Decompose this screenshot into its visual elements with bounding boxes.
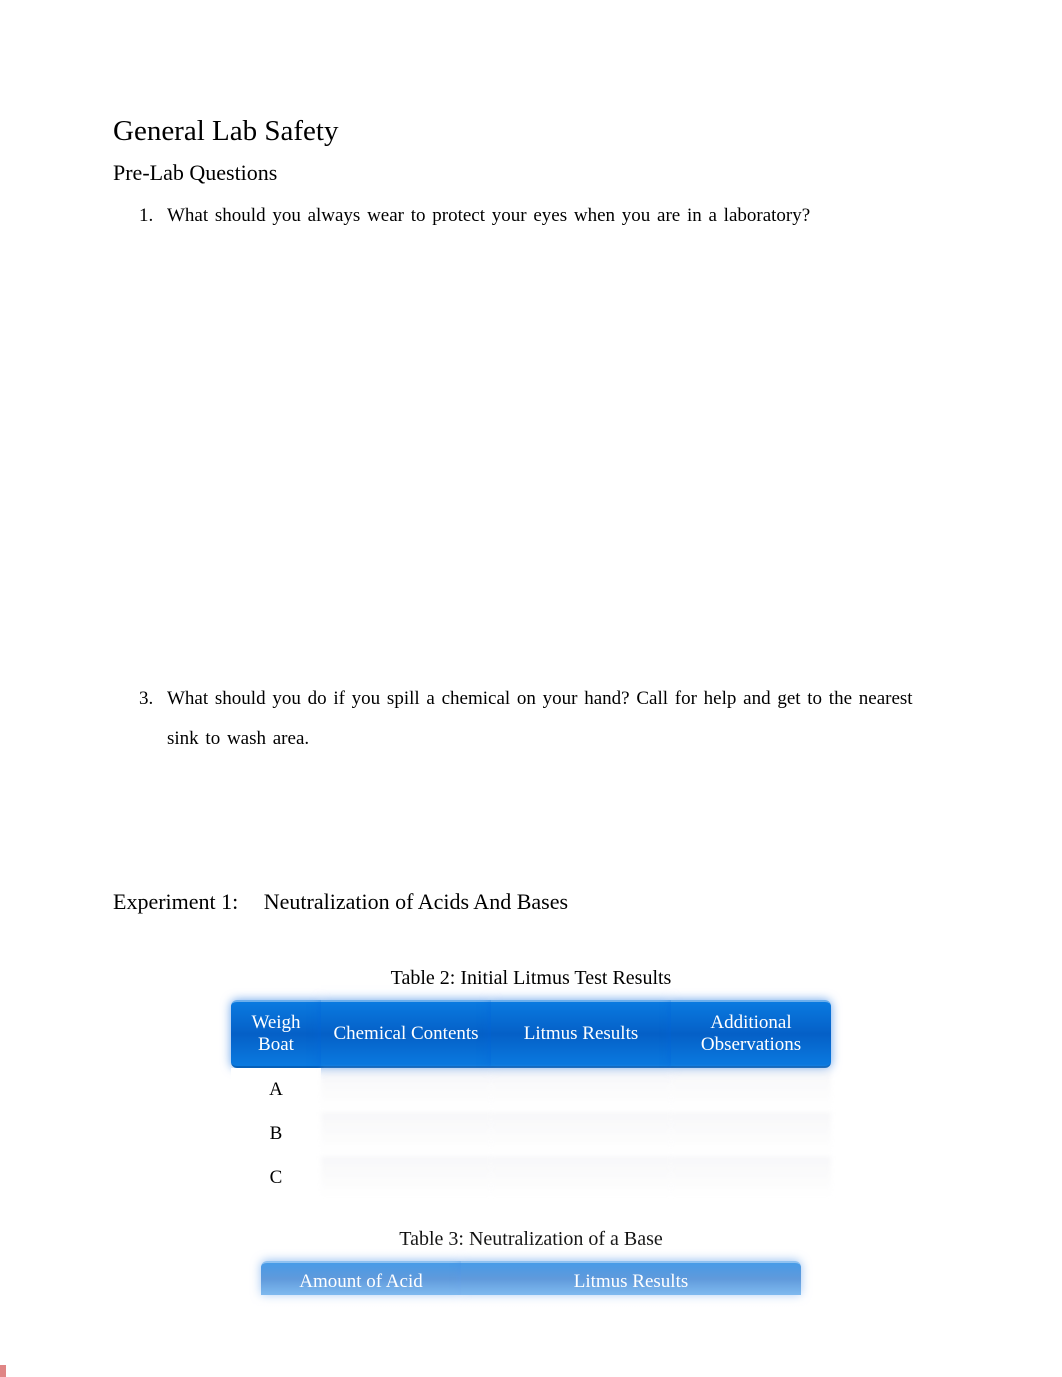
question-text: What should you always wear to protect y… <box>167 196 949 236</box>
cell-chemical <box>321 1068 491 1112</box>
table3-header-litmus: Litmus Results <box>461 1261 801 1295</box>
cell-litmus <box>491 1156 671 1200</box>
table2-wrap: Weigh Boat Chemical Contents Litmus Resu… <box>231 1000 831 1200</box>
table2-header-weighboat: Weigh Boat <box>231 1000 321 1068</box>
table2-title: Table 2: Initial Litmus Test Results <box>113 967 949 990</box>
cell-weighboat: A <box>231 1068 321 1112</box>
question-text: What should you do if you spill a chemic… <box>167 679 949 759</box>
table2: Weigh Boat Chemical Contents Litmus Resu… <box>231 1000 831 1200</box>
blank-space <box>113 244 949 679</box>
cell-observations <box>671 1112 831 1156</box>
cell-weighboat: B <box>231 1112 321 1156</box>
question-list: 1. What should you always wear to protec… <box>113 196 949 236</box>
table2-header-row: Weigh Boat Chemical Contents Litmus Resu… <box>231 1000 831 1068</box>
question-number: 1. <box>139 196 167 236</box>
cell-chemical <box>321 1112 491 1156</box>
cell-weighboat: C <box>231 1156 321 1200</box>
table-row: C <box>231 1156 831 1200</box>
cell-observations <box>671 1068 831 1112</box>
cell-litmus <box>491 1068 671 1112</box>
question-1: 1. What should you always wear to protec… <box>139 196 949 236</box>
question-number: 3. <box>139 679 167 759</box>
table3-wrap: Amount of Acid Litmus Results <box>261 1261 801 1295</box>
table2-header-chemical: Chemical Contents <box>321 1000 491 1068</box>
table-row: A <box>231 1068 831 1112</box>
experiment-label: Experiment 1: <box>113 889 238 915</box>
table3-title: Table 3: Neutralization of a Base <box>113 1228 949 1251</box>
cell-observations <box>671 1156 831 1200</box>
document-page: General Lab Safety Pre-Lab Questions 1. … <box>0 0 1062 1295</box>
table3-header-amount-acid: Amount of Acid <box>261 1261 461 1295</box>
table-row: B <box>231 1112 831 1156</box>
table3-header-row: Amount of Acid Litmus Results <box>261 1261 801 1295</box>
experiment-title: Experiment 1: Neutralization of Acids An… <box>113 889 949 915</box>
cell-litmus <box>491 1112 671 1156</box>
question-3: 3. What should you do if you spill a che… <box>139 679 949 759</box>
table2-header-litmus: Litmus Results <box>491 1000 671 1068</box>
table3: Amount of Acid Litmus Results <box>261 1261 801 1295</box>
cell-chemical <box>321 1156 491 1200</box>
question-list-continued: 3. What should you do if you spill a che… <box>113 679 949 759</box>
page-corner-indicator <box>0 1365 6 1377</box>
section-title: Pre-Lab Questions <box>113 160 949 186</box>
table2-header-observations: Additional Observations <box>671 1000 831 1068</box>
main-title: General Lab Safety <box>113 115 949 148</box>
experiment-name: Neutralization of Acids And Bases <box>264 889 568 914</box>
